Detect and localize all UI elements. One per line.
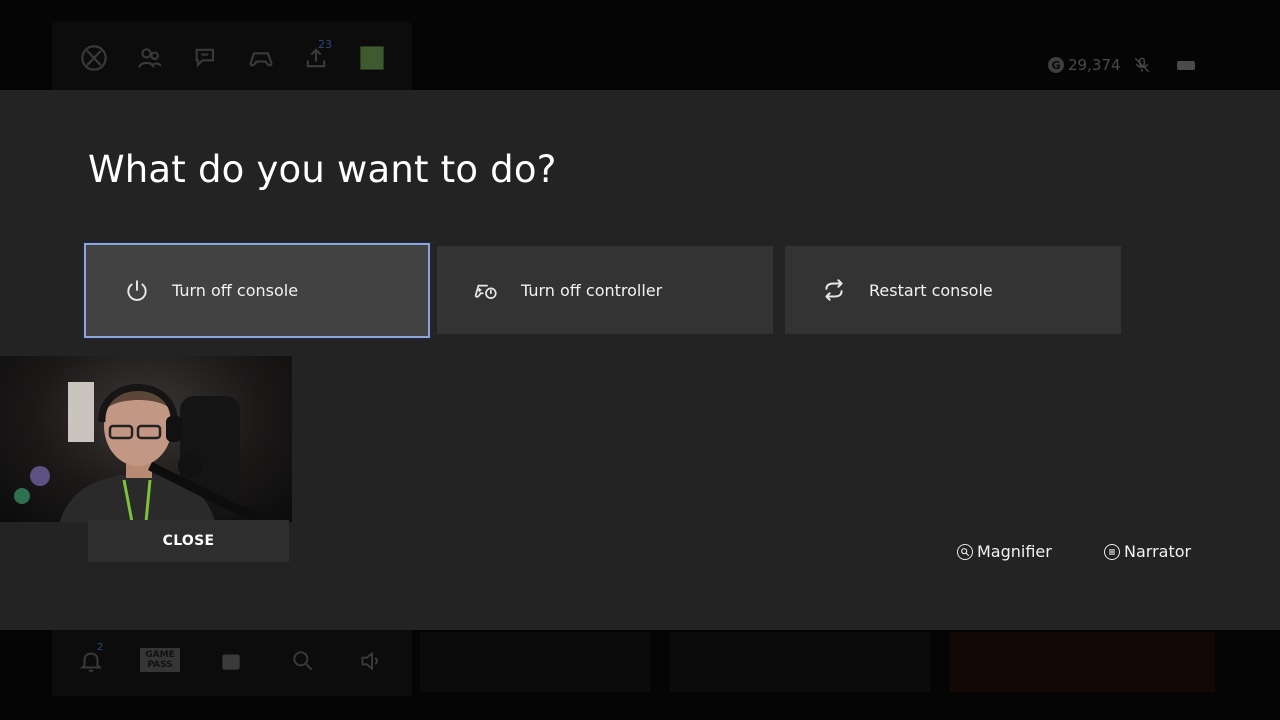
gamepass-icon: GAME PASS: [140, 648, 180, 672]
store-icon: [218, 648, 244, 674]
battery-icon: [1176, 60, 1195, 70]
profile-avatar: [360, 46, 384, 70]
guide-bottom-bar: 2 GAME PASS: [52, 630, 412, 696]
chat-icon: [192, 44, 220, 72]
magnifier-button[interactable]: Magnifier: [957, 542, 1052, 561]
narrator-icon: [1104, 543, 1120, 560]
notification-badge: 2: [97, 642, 104, 653]
gamerscore-icon: G: [1048, 57, 1064, 73]
controller-power-icon: [471, 275, 501, 305]
upload-badge: 23: [318, 38, 332, 51]
status-area: G 29,374: [1048, 56, 1195, 74]
dialog-title: What do you want to do?: [88, 148, 557, 191]
restart-console-button[interactable]: Restart console: [785, 246, 1121, 334]
mic-muted-icon: [1133, 56, 1151, 74]
narrator-button[interactable]: Narrator: [1104, 542, 1191, 561]
restart-console-label: Restart console: [869, 280, 993, 300]
guide-top-bar: 23: [52, 22, 412, 94]
magnifier-label: Magnifier: [977, 542, 1052, 561]
narrator-label: Narrator: [1124, 542, 1192, 561]
turn-off-console-button[interactable]: Turn off console: [84, 243, 430, 338]
webcam-close-button[interactable]: CLOSE: [88, 520, 289, 562]
turn-off-console-label: Turn off console: [172, 281, 299, 300]
xbox-logo-icon: [80, 44, 108, 72]
volume-icon: [358, 648, 384, 674]
gamerscore: G 29,374: [1048, 56, 1121, 74]
magnifier-icon: [957, 543, 973, 560]
turn-off-controller-label: Turn off controller: [521, 280, 663, 300]
search-icon: [290, 648, 316, 674]
controller-icon: [247, 44, 275, 72]
background-tile: [670, 632, 930, 692]
webcam-feed: [0, 356, 292, 522]
webcam-image: [14, 382, 280, 522]
restart-icon: [819, 275, 849, 305]
gamerscore-value: 29,374: [1068, 56, 1121, 74]
background-tile: [420, 632, 650, 692]
turn-off-controller-button[interactable]: Turn off controller: [437, 246, 773, 334]
people-icon: [136, 44, 164, 72]
background-tile: [950, 632, 1215, 692]
power-icon: [122, 276, 152, 306]
